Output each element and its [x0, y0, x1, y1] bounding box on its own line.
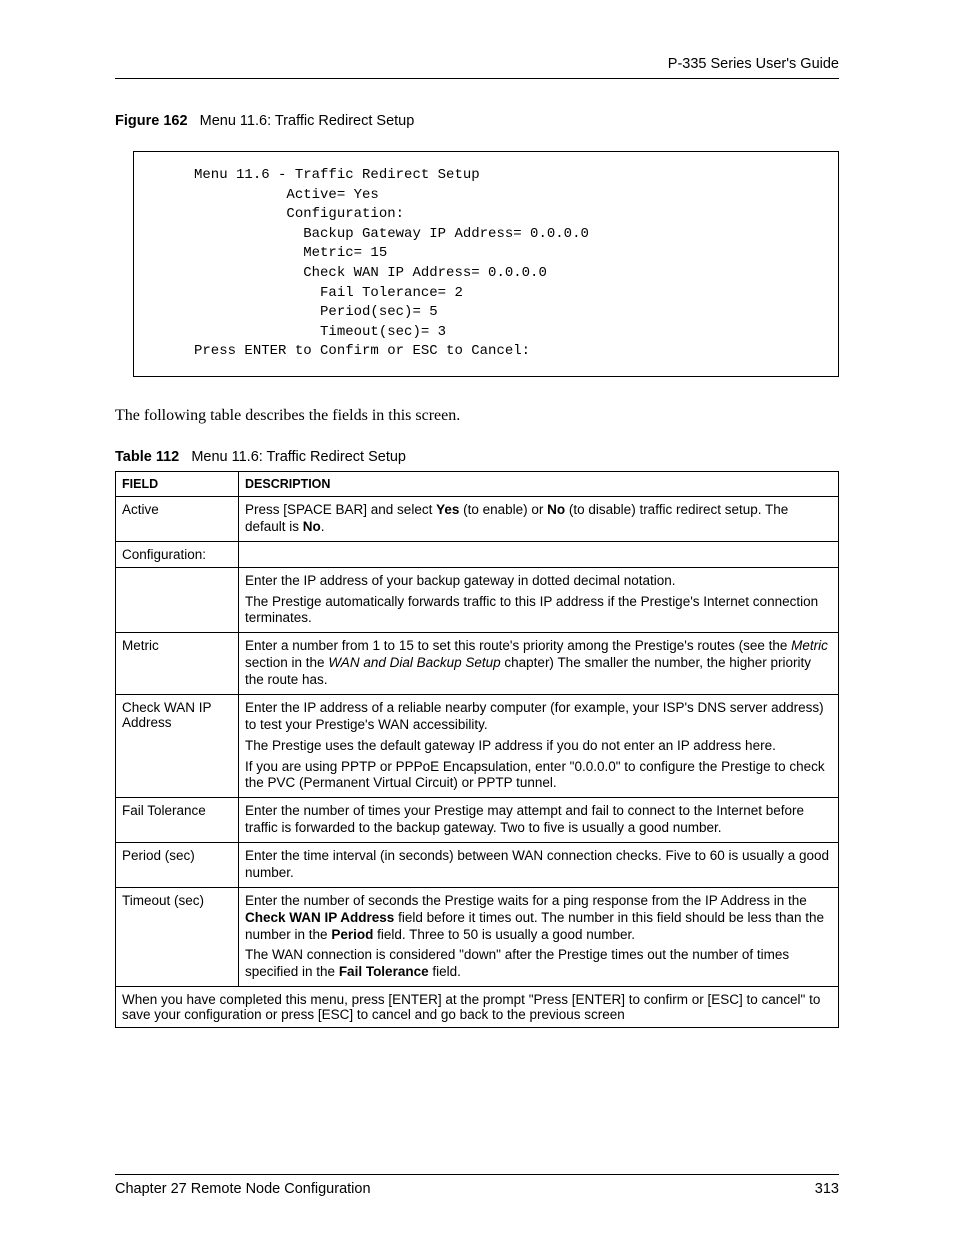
- table-caption: Table 112 Menu 11.6: Traffic Redirect Se…: [115, 449, 839, 465]
- page-number: 313: [815, 1181, 839, 1197]
- page-footer: Chapter 27 Remote Node Configuration 313: [115, 1174, 839, 1197]
- field-desc: Press [SPACE BAR] and select Yes (to ena…: [239, 496, 839, 541]
- table-row: Metric Enter a number from 1 to 15 to se…: [116, 633, 839, 695]
- field-desc: Enter the number of times your Prestige …: [239, 798, 839, 843]
- table-row: Enter the IP address of your backup gate…: [116, 567, 839, 633]
- table-row: Configuration:: [116, 541, 839, 567]
- running-header: P-335 Series User's Guide: [115, 56, 839, 79]
- table-header-row: FIELD DESCRIPTION: [116, 471, 839, 496]
- table-label: Table 112: [115, 449, 179, 465]
- field-desc: [239, 541, 839, 567]
- table-footnote-row: When you have completed this menu, press…: [116, 987, 839, 1028]
- guide-title: P-335 Series User's Guide: [668, 56, 839, 72]
- field-name: Period (sec): [116, 843, 239, 888]
- chapter-title: Chapter 27 Remote Node Configuration: [115, 1181, 371, 1197]
- table-row: Active Press [SPACE BAR] and select Yes …: [116, 496, 839, 541]
- table-footnote: When you have completed this menu, press…: [116, 987, 839, 1028]
- field-name: Timeout (sec): [116, 887, 239, 986]
- figure-caption: Figure 162 Menu 11.6: Traffic Redirect S…: [115, 113, 839, 129]
- field-desc: Enter the time interval (in seconds) bet…: [239, 843, 839, 888]
- fields-table: FIELD DESCRIPTION Active Press [SPACE BA…: [115, 471, 839, 1028]
- field-name: Configuration:: [116, 541, 239, 567]
- field-desc: Enter the IP address of your backup gate…: [239, 567, 839, 633]
- table-row: Check WAN IP Address Enter the IP addres…: [116, 694, 839, 797]
- intro-paragraph: The following table describes the fields…: [115, 407, 839, 425]
- field-name: Check WAN IP Address: [116, 694, 239, 797]
- figure-title: Menu 11.6: Traffic Redirect Setup: [200, 113, 415, 129]
- table-title: Menu 11.6: Traffic Redirect Setup: [191, 449, 406, 465]
- field-name: Active: [116, 496, 239, 541]
- field-name: Fail Tolerance: [116, 798, 239, 843]
- field-desc: Enter the IP address of a reliable nearb…: [239, 694, 839, 797]
- table-row: Period (sec) Enter the time interval (in…: [116, 843, 839, 888]
- field-desc: Enter the number of seconds the Prestige…: [239, 887, 839, 986]
- figure-label: Figure 162: [115, 113, 188, 129]
- field-name: Metric: [116, 633, 239, 695]
- table-row: Timeout (sec) Enter the number of second…: [116, 887, 839, 986]
- field-desc: Enter a number from 1 to 15 to set this …: [239, 633, 839, 695]
- terminal-screenshot: Menu 11.6 - Traffic Redirect Setup Activ…: [133, 151, 839, 377]
- page: P-335 Series User's Guide Figure 162 Men…: [0, 0, 954, 1235]
- col-header-field: FIELD: [116, 471, 239, 496]
- col-header-desc: DESCRIPTION: [239, 471, 839, 496]
- field-name: [116, 567, 239, 633]
- table-row: Fail Tolerance Enter the number of times…: [116, 798, 839, 843]
